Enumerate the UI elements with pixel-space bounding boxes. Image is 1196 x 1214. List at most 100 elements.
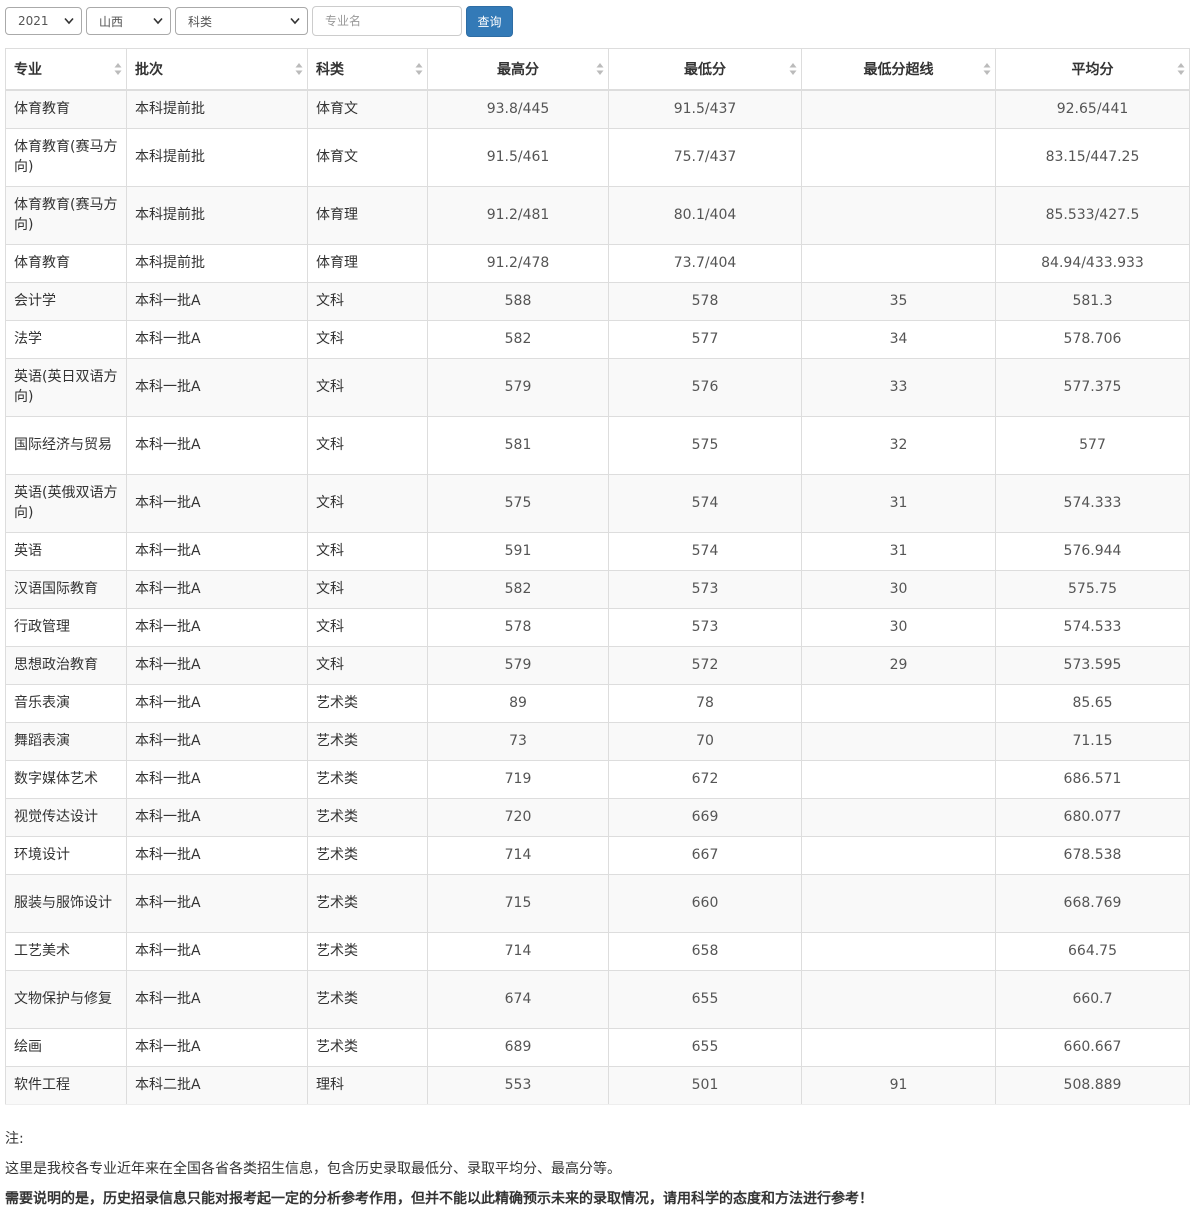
column-header-label: 专业	[14, 61, 42, 78]
column-header-min-score[interactable]: 最低分	[608, 48, 802, 91]
cell-min-over-line	[801, 1027, 996, 1067]
cell-max-score: 91.2/481	[427, 185, 609, 245]
cell-max-score: 720	[427, 797, 609, 837]
cell-min-over-line	[801, 759, 996, 799]
chevron-down-icon	[290, 17, 300, 25]
major-name-input[interactable]	[312, 6, 462, 36]
cell-min-score: 70	[608, 721, 802, 761]
category-select[interactable]: 科类	[175, 7, 308, 35]
table-body: 体育教育 本科提前批 体育文 93.8/445 91.5/437 92.65/441 体育教…	[5, 89, 1190, 1105]
province-select[interactable]: 山西	[86, 7, 171, 35]
cell-max-score: 714	[427, 835, 609, 875]
cell-batch: 本科一批A	[126, 473, 308, 533]
column-header-batch[interactable]: 批次	[126, 48, 308, 91]
notes-section: 注: 这里是我校各专业近年来在全国各省各类招生信息，包含历史录取最低分、录取平均…	[5, 1124, 873, 1214]
cell-batch: 本科二批A	[126, 1065, 308, 1105]
column-header-avg-score[interactable]: 平均分	[995, 48, 1190, 91]
cell-major: 国际经济与贸易	[5, 415, 127, 475]
cell-min-over-line	[801, 683, 996, 723]
cell-category: 文科	[307, 473, 428, 533]
cell-major: 文物保护与修复	[5, 969, 127, 1029]
cell-major: 环境设计	[5, 835, 127, 875]
column-header-label: 平均分	[1071, 61, 1114, 78]
cell-avg-score: 686.571	[995, 759, 1190, 799]
filter-bar: 2021 山西 科类 查询	[5, 5, 513, 37]
sort-icon[interactable]	[415, 62, 423, 76]
table-row: 软件工程 本科二批A 理科 553 501 91 508.889	[5, 1065, 1190, 1105]
cell-min-over-line: 30	[801, 569, 996, 609]
cell-batch: 本科一批A	[126, 873, 308, 933]
cell-min-over-line	[801, 127, 996, 187]
sort-icon[interactable]	[983, 62, 991, 76]
table-row: 文物保护与修复 本科一批A 艺术类 674 655 660.7	[5, 969, 1190, 1029]
cell-min-score: 573	[608, 607, 802, 647]
cell-min-score: 672	[608, 759, 802, 799]
sort-icon[interactable]	[295, 62, 303, 76]
column-header-category[interactable]: 科类	[307, 48, 428, 91]
table-row: 汉语国际教育 本科一批A 文科 582 573 30 575.75	[5, 569, 1190, 609]
table-row: 会计学 本科一批A 文科 588 578 35 581.3	[5, 281, 1190, 321]
cell-min-over-line	[801, 835, 996, 875]
table-row: 绘画 本科一批A 艺术类 689 655 660.667	[5, 1027, 1190, 1067]
table-row: 视觉传达设计 本科一批A 艺术类 720 669 680.077	[5, 797, 1190, 837]
cell-avg-score: 84.94/433.933	[995, 243, 1190, 283]
cell-avg-score: 92.65/441	[995, 89, 1190, 129]
cell-major: 绘画	[5, 1027, 127, 1067]
cell-min-over-line	[801, 873, 996, 933]
cell-avg-score: 83.15/447.25	[995, 127, 1190, 187]
divider	[5, 1104, 1189, 1105]
notes-line-1: 这里是我校各专业近年来在全国各省各类招生信息，包含历史录取最低分、录取平均分、最…	[5, 1161, 621, 1177]
sort-icon[interactable]	[596, 62, 604, 76]
cell-min-over-line: 31	[801, 531, 996, 571]
sort-icon[interactable]	[114, 62, 122, 76]
cell-avg-score: 581.3	[995, 281, 1190, 321]
cell-min-over-line: 30	[801, 607, 996, 647]
cell-max-score: 581	[427, 415, 609, 475]
cell-max-score: 674	[427, 969, 609, 1029]
cell-max-score: 715	[427, 873, 609, 933]
cell-major: 体育教育	[5, 89, 127, 129]
cell-min-over-line: 33	[801, 357, 996, 417]
cell-avg-score: 577	[995, 415, 1190, 475]
cell-avg-score: 678.538	[995, 835, 1190, 875]
column-header-label: 最高分	[497, 61, 539, 78]
cell-min-score: 660	[608, 873, 802, 933]
cell-min-score: 669	[608, 797, 802, 837]
query-button[interactable]: 查询	[466, 5, 513, 37]
cell-min-score: 578	[608, 281, 802, 321]
cell-batch: 本科一批A	[126, 683, 308, 723]
cell-category: 文科	[307, 415, 428, 475]
cell-category: 文科	[307, 357, 428, 417]
cell-category: 艺术类	[307, 969, 428, 1029]
table-row: 法学 本科一批A 文科 582 577 34 578.706	[5, 319, 1190, 359]
cell-max-score: 689	[427, 1027, 609, 1067]
notes-line-2: 需要说明的是，历史招录信息只能对报考起一定的分析参考作用，但并不能以此精确预示未…	[5, 1184, 873, 1214]
cell-avg-score: 85.533/427.5	[995, 185, 1190, 245]
cell-batch: 本科一批A	[126, 645, 308, 685]
admission-score-table: 专业 批次 科类 最高分 最低分 最低分超线 平均分 体育教育 本科提前批 体育文 93.8/44…	[5, 48, 1190, 1105]
cell-major: 软件工程	[5, 1065, 127, 1105]
column-header-max-score[interactable]: 最高分	[427, 48, 609, 91]
year-select[interactable]: 2021	[5, 7, 82, 35]
cell-min-over-line: 32	[801, 415, 996, 475]
sort-icon[interactable]	[789, 62, 797, 76]
cell-major: 行政管理	[5, 607, 127, 647]
cell-batch: 本科一批A	[126, 1027, 308, 1067]
column-header-major[interactable]: 专业	[5, 48, 127, 91]
cell-major: 法学	[5, 319, 127, 359]
cell-batch: 本科一批A	[126, 357, 308, 417]
cell-min-over-line	[801, 89, 996, 129]
sort-icon[interactable]	[1177, 62, 1185, 76]
cell-batch: 本科一批A	[126, 759, 308, 799]
cell-category: 艺术类	[307, 683, 428, 723]
cell-major: 视觉传达设计	[5, 797, 127, 837]
cell-avg-score: 573.595	[995, 645, 1190, 685]
cell-batch: 本科一批A	[126, 607, 308, 647]
column-header-min-over-line[interactable]: 最低分超线	[801, 48, 996, 91]
cell-max-score: 553	[427, 1065, 609, 1105]
cell-min-over-line	[801, 243, 996, 283]
cell-max-score: 73	[427, 721, 609, 761]
cell-category: 理科	[307, 1065, 428, 1105]
cell-category: 艺术类	[307, 721, 428, 761]
cell-category: 体育文	[307, 89, 428, 129]
